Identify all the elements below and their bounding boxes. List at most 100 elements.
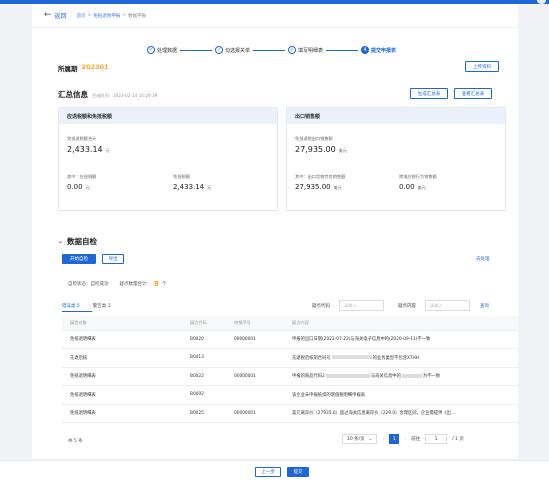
panel-title: 出口销售额 <box>287 108 505 124</box>
summary-title: 汇总信息 <box>58 90 88 99</box>
total-value: 27,935.00 美元 <box>295 145 347 154</box>
count-unit: 个 <box>161 282 167 287</box>
check-status: 自检状态：自检成功 疑点数量合计： 8 个 <box>68 280 166 288</box>
search-button[interactable]: 查询 <box>480 303 489 309</box>
cross-border-label: 跨境应税行为销售额 <box>399 174 437 179</box>
prev-page-icon[interactable]: ‹ <box>382 437 384 442</box>
column-header: 疑点代码 <box>182 316 226 331</box>
goods-sales-value: 27,935.00 美元 <box>295 183 342 191</box>
tab-indicator <box>62 311 92 312</box>
chevron-down-icon: ⌄ <box>368 436 373 442</box>
tab-warnings[interactable]: 警告类 3 <box>93 303 111 309</box>
column-header: 疑点内容 <box>284 316 518 331</box>
redacted-block <box>401 373 422 378</box>
breadcrumb-home[interactable]: 首页 <box>77 13 86 19</box>
avatar[interactable] <box>537 0 546 4</box>
next-page-icon[interactable]: › <box>404 437 406 442</box>
total-label: 免抵退税额合计 <box>67 136 97 141</box>
total-count: 共 5 条 <box>68 439 83 444</box>
cell-object: 先退后核 <box>62 348 182 368</box>
prev-step-button[interactable]: 上一步 <box>255 467 281 477</box>
period-label: 所属期 <box>58 65 78 73</box>
cell-object: 免抵退明细表 <box>62 385 182 405</box>
step-process-data: ✓ 处理数据 <box>147 46 177 54</box>
issue-table: 疑点对象 疑点代码 申报序号 疑点内容 免抵退明细表 B0020 0000000… <box>62 316 518 423</box>
go-process-link[interactable]: 去处理 <box>476 256 490 262</box>
cross-border-value: 0.00 美元 <box>399 183 426 191</box>
pagination: 10 条/页 ⌄ ‹ 1 › 前往 1 / 1 页 <box>342 434 464 444</box>
step-connector <box>180 49 213 51</box>
cell-seq <box>226 385 284 405</box>
back-button[interactable]: ← 返回 <box>44 10 67 21</box>
upload-button[interactable]: 上传资料 <box>465 61 499 72</box>
table-row[interactable]: 先退后核 B0413 先退税后核销合同号 的业务类型不包含XTHH <box>62 348 518 368</box>
total-pages: / 1 页 <box>452 437 464 442</box>
step-submit: 4 提交申报表 <box>361 46 396 54</box>
cell-object: 免抵退明细表 <box>62 404 182 423</box>
breadcrumb-separator: > <box>122 12 127 18</box>
view-summary-button[interactable]: 查看汇总表 <box>454 88 492 99</box>
cell-content: 美元离岸价（27935.0）超过海关信息离岸价（229.0）合理区间，企业需提供… <box>284 404 518 423</box>
total-label: 免抵退税出口销售额 <box>295 136 333 141</box>
total-value: 2,433.14 元 <box>67 145 110 154</box>
offset-label: 免抵税额 <box>173 174 190 179</box>
page-number[interactable]: 1 <box>389 434 400 444</box>
back-label: 返回 <box>54 13 67 20</box>
cell-code: B0092 <box>182 385 226 405</box>
cell-object: 免抵退明细表 <box>62 367 182 386</box>
breadcrumb-current: 数据申报 <box>128 13 147 19</box>
breadcrumb-declaration[interactable]: 免抵退税申报 <box>93 13 120 19</box>
column-header: 疑点对象 <box>62 316 182 331</box>
table-row[interactable]: 免抵退明细表 B0025 00000001 美元离岸价（27935.0）超过海关… <box>62 404 518 423</box>
step-label: 处理数据 <box>157 47 178 54</box>
refund-label: 其中：应退税额 <box>67 174 97 179</box>
cell-content: 该企业未申报抵扣的增值税明细申报表 <box>284 385 518 405</box>
tax-refund-panel: 应退税额和免抵税额 免抵退税额合计 2,433.14 元 其中：应退税额 0.00… <box>58 107 278 211</box>
step-connector <box>253 49 286 51</box>
table-row[interactable]: 免抵退明细表 B0092 该企业未申报抵扣的增值税明细申报表 <box>62 385 518 405</box>
step-fill-details: ✓ 填写明细表 <box>288 46 323 54</box>
step-label: 勾选报关单 <box>225 47 251 54</box>
breadcrumb-separator: > <box>87 12 92 18</box>
offset-value: 2,433.14 元 <box>173 183 212 191</box>
table-header-row: 疑点对象 疑点代码 申报序号 疑点内容 <box>62 316 518 331</box>
start-check-button[interactable]: 开始自检 <box>62 254 96 264</box>
footer-bar: 上一步 提交 <box>0 460 549 483</box>
cell-code: B0413 <box>182 348 226 368</box>
period-value: 202301 <box>81 63 109 71</box>
export-button[interactable]: 导出 <box>102 254 124 264</box>
submit-button[interactable]: 提交 <box>287 467 309 477</box>
goto-label: 前往 <box>411 437 421 442</box>
filter-code-input[interactable]: 请输入 <box>339 300 384 311</box>
check-icon: ✓ <box>147 46 155 54</box>
self-check-header[interactable]: ⌄ 数据自检 <box>58 236 97 247</box>
refund-value: 0.00 元 <box>67 183 90 191</box>
cell-seq: 00000001 <box>226 367 284 386</box>
table-row[interactable]: 免抵退明细表 B0020 00000001 申报的出口日期(2022-07-22… <box>62 330 518 349</box>
cell-seq: 00000001 <box>226 330 284 349</box>
step-label: 提交申报表 <box>371 47 397 54</box>
page-size-select[interactable]: 10 条/页 ⌄ <box>342 434 378 444</box>
self-check-title: 数据自检 <box>67 237 98 246</box>
goto-page-input[interactable]: 1 <box>425 434 448 444</box>
table-row[interactable]: 免抵退明细表 B0022 00000001 申报的商品代码2 与海关信息中的 为不一… <box>62 367 518 386</box>
progress-steps: ✓ 处理数据 ✓ 勾选报关单 ✓ 填写明细表 4 提交申报表 <box>147 46 396 54</box>
step-number: 4 <box>361 46 370 54</box>
generated-time: 生成时间：2023-02-14 16:29:39 <box>92 93 158 98</box>
filter-content-input[interactable]: 请输入 <box>425 300 470 311</box>
arrow-left-icon: ← <box>44 10 52 20</box>
chevron-down-icon: ⌄ <box>58 238 64 245</box>
issue-count: 8 <box>154 280 159 288</box>
cell-code: B0025 <box>182 404 226 423</box>
page-header: ← 返回 首页 > 免抵退税申报 > 数据申报 <box>32 4 518 28</box>
cell-seq: 00000001 <box>226 404 284 423</box>
step-label: 填写明细表 <box>298 47 324 54</box>
cell-code: B0022 <box>182 367 226 386</box>
cell-object: 免抵退明细表 <box>62 330 182 349</box>
tab-errors[interactable]: 错误类 5 <box>62 303 80 309</box>
goods-sales-label: 其中：出口货物劳务销售额 <box>295 174 346 179</box>
count-label: 疑点数量合计： <box>119 282 152 287</box>
panel-title: 应退税额和免抵税额 <box>59 108 277 124</box>
generate-summary-button[interactable]: 生成汇总表 <box>410 88 448 99</box>
check-icon: ✓ <box>288 46 297 54</box>
